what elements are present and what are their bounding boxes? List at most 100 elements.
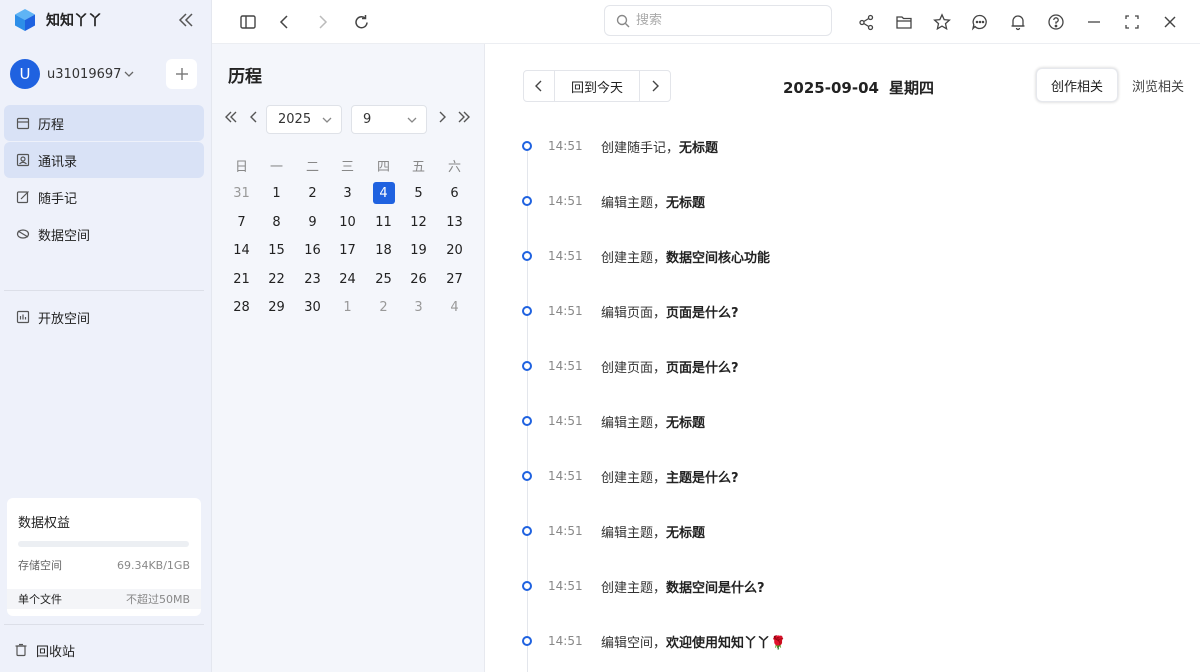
calendar-day-number: 15 — [268, 242, 285, 258]
timeline-target-link[interactable]: 无标题 — [679, 137, 718, 156]
calendar-day[interactable]: 2 — [295, 181, 330, 205]
next-day-button[interactable] — [640, 71, 670, 101]
collapse-sidebar-button[interactable] — [174, 8, 198, 32]
calendar-day[interactable]: 3 — [330, 181, 365, 205]
toggle-sidebar-button[interactable] — [235, 9, 261, 35]
favorite-button[interactable] — [929, 9, 955, 35]
user-menu[interactable]: U u31019697 — [10, 59, 135, 89]
close-button[interactable] — [1157, 9, 1183, 35]
calendar-day[interactable]: 30 — [295, 295, 330, 319]
sidebar-item-label: 开放空间 — [38, 311, 91, 327]
timeline-target-link[interactable]: 页面是什么? — [666, 302, 739, 321]
sidebar-item-data-space[interactable]: 数据空间 — [4, 216, 204, 252]
sidebar-item-contacts[interactable]: 通讯录 — [4, 142, 204, 178]
calendar-day[interactable]: 5 — [401, 181, 436, 205]
calendar-day[interactable]: 31 — [224, 181, 259, 205]
prev-year-button[interactable] — [222, 108, 240, 126]
calendar-day[interactable]: 10 — [330, 210, 365, 234]
timeline-target-link[interactable]: 主题是什么? — [666, 467, 739, 486]
prev-day-button[interactable] — [524, 71, 554, 101]
calendar-day[interactable]: 3 — [401, 295, 436, 319]
calendar-day-selected[interactable]: 4 — [366, 181, 401, 205]
calendar-day[interactable]: 9 — [295, 210, 330, 234]
calendar-day[interactable]: 4 — [437, 295, 472, 319]
timeline-target-link[interactable]: 欢迎使用知知丫丫🌹 — [666, 632, 786, 651]
calendar-day[interactable]: 15 — [259, 238, 294, 262]
calendar-day[interactable]: 1 — [259, 181, 294, 205]
next-month-button[interactable] — [433, 108, 451, 126]
calendar-day[interactable]: 24 — [330, 267, 365, 291]
timeline-item: 14:51 创建主题， 主题是什么? — [522, 466, 739, 486]
search-box[interactable] — [604, 5, 832, 36]
search-input[interactable] — [636, 13, 816, 28]
back-button[interactable] — [272, 9, 298, 35]
calendar-day[interactable]: 11 — [366, 210, 401, 234]
month-select[interactable]: 9 — [351, 105, 427, 134]
timeline-target-link[interactable]: 数据空间是什么? — [666, 577, 765, 596]
calendar-day[interactable]: 16 — [295, 238, 330, 262]
calendar-day-number: 13 — [446, 214, 463, 230]
calendar-day-number: 17 — [339, 242, 356, 258]
calendar-day[interactable]: 25 — [366, 267, 401, 291]
calendar-day[interactable]: 18 — [366, 238, 401, 262]
calendar-day[interactable]: 19 — [401, 238, 436, 262]
timeline-target-link[interactable]: 无标题 — [666, 192, 705, 211]
calendar-day[interactable]: 8 — [259, 210, 294, 234]
timeline-target-link[interactable]: 无标题 — [666, 412, 705, 431]
calendar-day[interactable]: 6 — [437, 181, 472, 205]
tab-creation[interactable]: 创作相关 — [1036, 68, 1119, 102]
calendar-day[interactable]: 7 — [224, 210, 259, 234]
timeline-target-link[interactable]: 数据空间核心功能 — [666, 247, 770, 266]
chevron-left-icon — [279, 15, 288, 29]
maximize-button[interactable] — [1119, 9, 1145, 35]
year-value: 2025 — [278, 112, 312, 127]
brand[interactable]: 知知丫丫 — [12, 6, 102, 34]
minimize-button[interactable] — [1081, 9, 1107, 35]
calendar-day[interactable]: 27 — [437, 267, 472, 291]
calendar-day[interactable]: 21 — [224, 267, 259, 291]
sidebar-item-history[interactable]: 历程 — [4, 105, 204, 141]
storage-label: 存储空间 — [18, 559, 62, 572]
calendar-day-number: 2 — [379, 299, 388, 315]
calendar-day[interactable]: 23 — [295, 267, 330, 291]
calendar-day-number: 14 — [233, 242, 250, 258]
calendar-day[interactable]: 14 — [224, 238, 259, 262]
calendar-day[interactable]: 12 — [401, 210, 436, 234]
add-button[interactable] — [166, 59, 197, 89]
today-button[interactable]: 回到今天 — [554, 71, 640, 101]
sidebar-item-open-space[interactable]: 开放空间 — [4, 299, 204, 335]
timeline-time: 14:51 — [548, 414, 583, 428]
sidebar-item-notes[interactable]: 随手记 — [4, 179, 204, 215]
data-space-icon — [15, 226, 31, 242]
prev-month-button[interactable] — [245, 108, 263, 126]
timeline-dot — [522, 361, 532, 371]
folder-button[interactable] — [891, 9, 917, 35]
notification-button[interactable] — [1005, 9, 1031, 35]
share-button[interactable] — [853, 9, 879, 35]
calendar-day[interactable]: 20 — [437, 238, 472, 262]
calendar-day[interactable]: 1 — [330, 295, 365, 319]
chevron-right-icon — [319, 15, 328, 29]
calendar-day[interactable]: 26 — [401, 267, 436, 291]
sidebar-item-trash[interactable]: 回收站 — [14, 640, 75, 660]
calendar-day[interactable]: 29 — [259, 295, 294, 319]
help-button[interactable] — [1043, 9, 1069, 35]
calendar-day[interactable]: 22 — [259, 267, 294, 291]
next-year-button[interactable] — [455, 108, 473, 126]
calendar-day[interactable]: 17 — [330, 238, 365, 262]
calendar-day-number: 19 — [410, 242, 427, 258]
calendar-day[interactable]: 13 — [437, 210, 472, 234]
tab-browsing[interactable]: 浏览相关 — [1118, 68, 1198, 102]
calendar-day-number: 5 — [414, 185, 423, 201]
weekday-header: 日 — [234, 160, 248, 175]
refresh-button[interactable] — [348, 9, 374, 35]
year-select[interactable]: 2025 — [266, 105, 342, 134]
help-icon — [1048, 14, 1064, 30]
comment-button[interactable] — [967, 9, 993, 35]
timeline-item: 14:51 编辑主题， 无标题 — [522, 521, 705, 541]
calendar-day[interactable]: 2 — [366, 295, 401, 319]
timeline-target-link[interactable]: 无标题 — [666, 522, 705, 541]
timeline-target-link[interactable]: 页面是什么? — [666, 357, 739, 376]
calendar-day[interactable]: 28 — [224, 295, 259, 319]
forward-button[interactable] — [309, 9, 335, 35]
